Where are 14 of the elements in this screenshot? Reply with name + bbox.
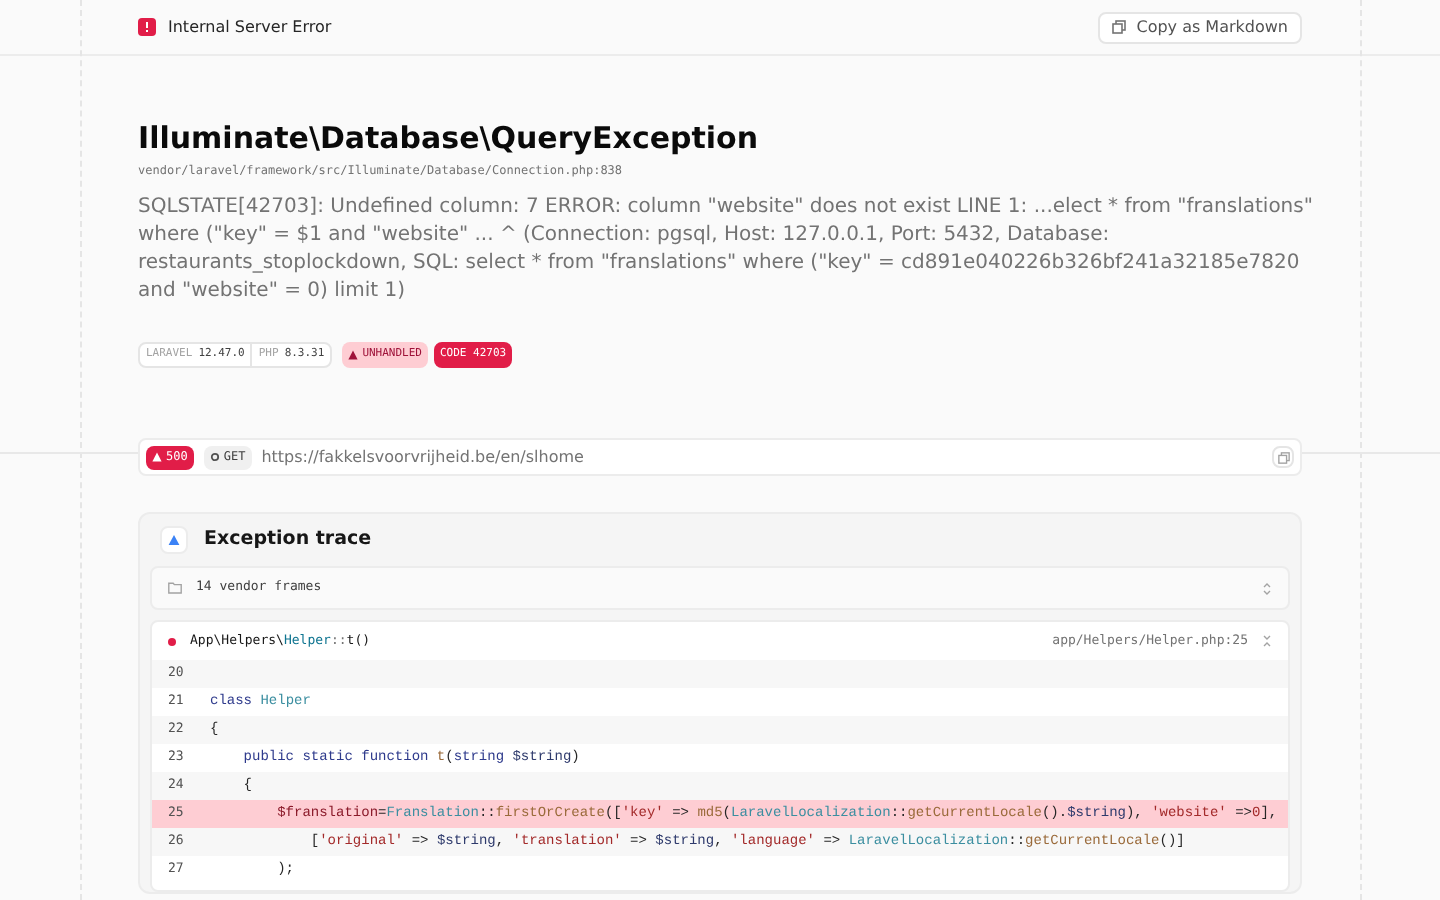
copy-markdown-button[interactable]: Copy as Markdown [1098, 11, 1302, 43]
section-title: Exception trace [204, 525, 372, 554]
copy-url-button[interactable] [1272, 446, 1294, 468]
warning-icon [168, 534, 180, 546]
exception-message: SQLSTATE[42703]: Undefined column: 7 ERROR: column "website" does not exist LINE 1: ...elect * from "franslations" where ("key" = $1 and "website" ... ^ (Connection: pgsql, Host: 127.0.0.1, Port: 5432, Database: restaurants_stoplockdown, SQL: select * from "franslations" where ("key" = cd891e040226b326bf241a32185e7820 and "website" = 0) limit 1) [138, 194, 1315, 306]
copy-icon [1277, 451, 1289, 463]
page-title: Internal Server Error [168, 15, 332, 39]
request-url: https://fakkelsvoorvrijheid.be/en/slhome [261, 445, 586, 469]
folder-icon [168, 582, 182, 594]
error-icon [138, 18, 156, 36]
collapse-icon [1262, 634, 1272, 648]
expand-icon [1262, 581, 1272, 595]
copy-icon [1112, 20, 1127, 34]
exception-title: Illuminate\Database\QueryException [138, 118, 761, 158]
